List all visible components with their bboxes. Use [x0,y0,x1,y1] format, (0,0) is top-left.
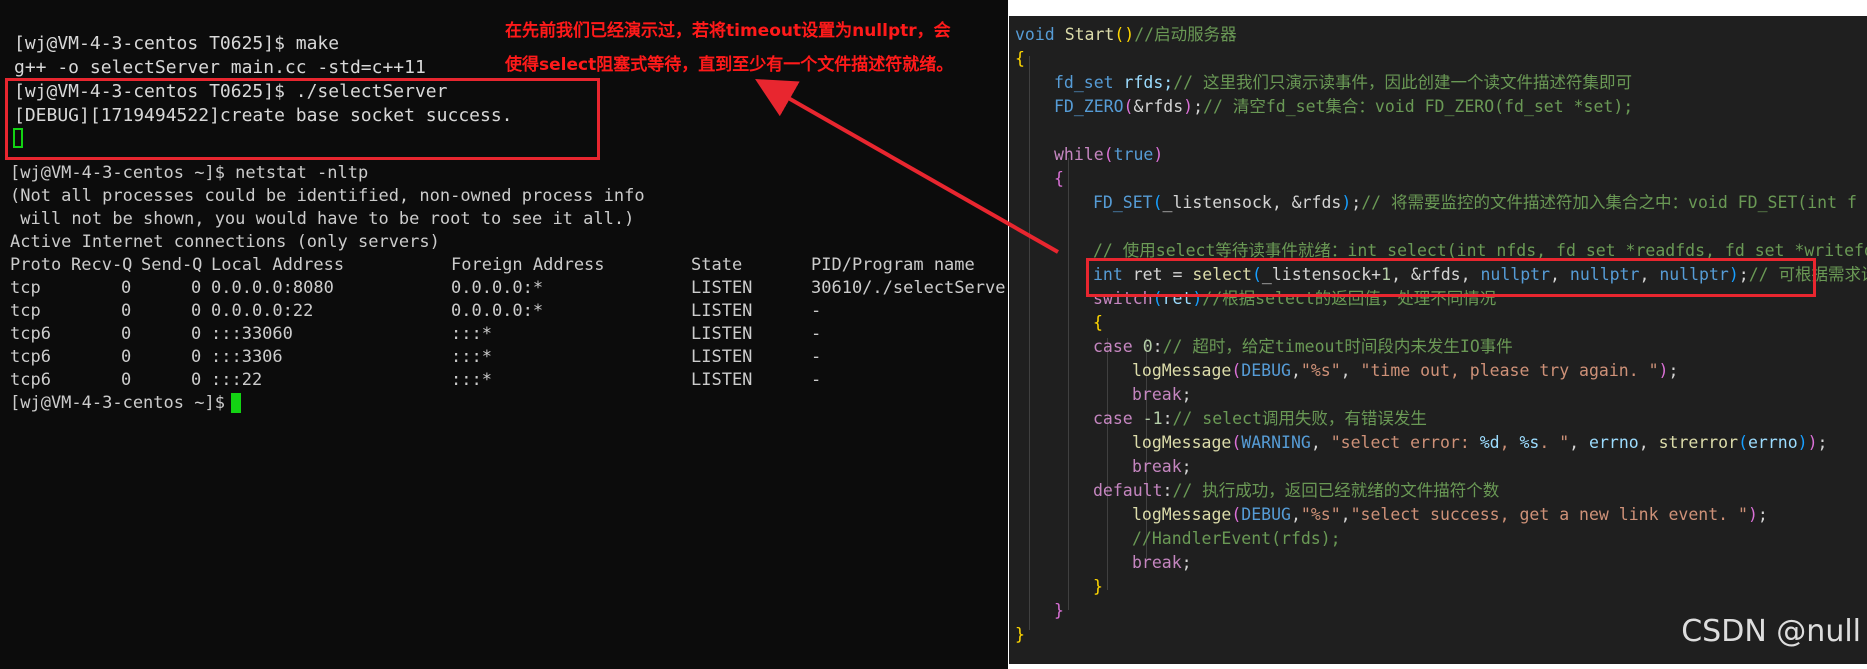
annotation-arrows [755,79,1059,254]
watermark-text: CSDN @null [1681,614,1861,649]
arrow-line [755,79,1059,254]
